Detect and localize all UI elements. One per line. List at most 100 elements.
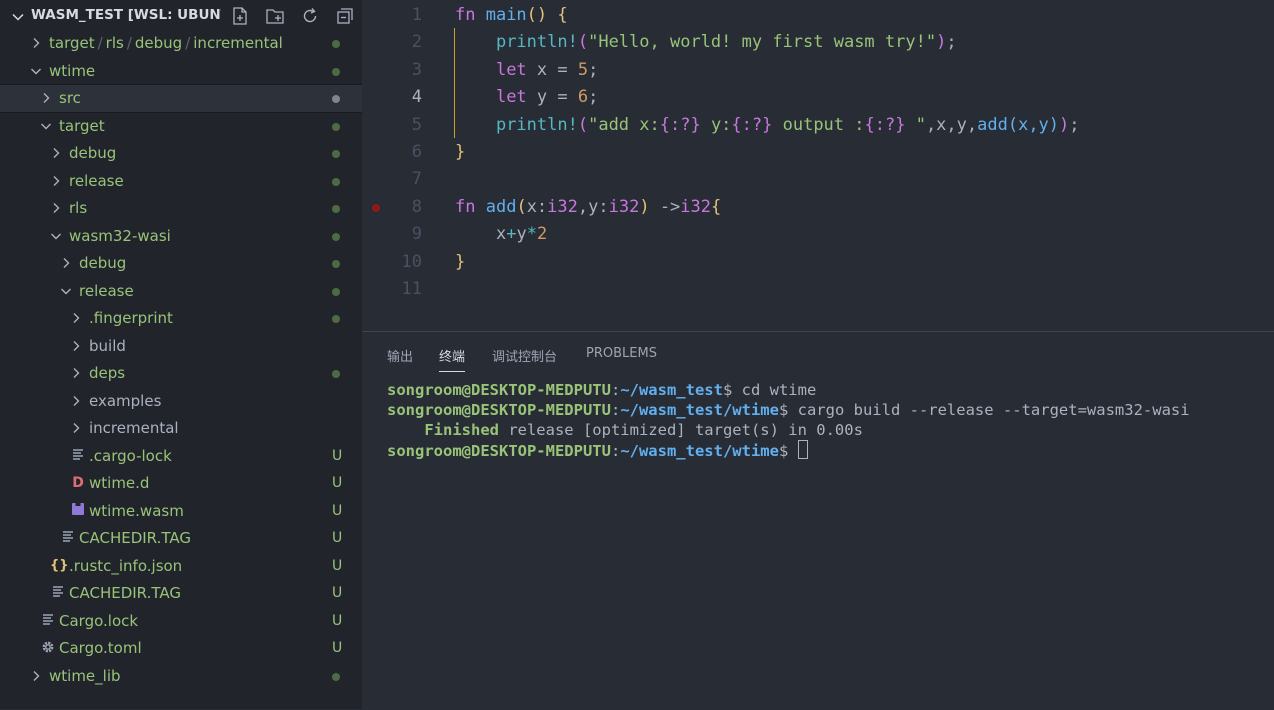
folder-row[interactable]: debug bbox=[0, 250, 362, 277]
chevron-right-icon[interactable] bbox=[59, 256, 73, 270]
line-number: 10 bbox=[401, 251, 422, 272]
code-token: y = bbox=[526, 87, 578, 108]
chevron-down-icon[interactable] bbox=[59, 284, 73, 298]
folder-row[interactable]: build bbox=[0, 333, 362, 360]
chevron-right-icon[interactable] bbox=[69, 339, 83, 353]
path-separator: / bbox=[97, 34, 103, 52]
code-token: "add x: bbox=[588, 114, 660, 135]
chevron-right-icon[interactable] bbox=[49, 201, 63, 215]
terminal-output[interactable]: songroom@DESKTOP-MEDPUTU:~/wasm_test$ cd… bbox=[387, 380, 1190, 461]
new-folder-icon[interactable] bbox=[265, 6, 285, 26]
folder-row[interactable]: target bbox=[0, 113, 362, 140]
code-token: i32 bbox=[608, 196, 640, 217]
file-row[interactable]: .cargo-lock U bbox=[0, 443, 362, 470]
file-row[interactable]: CACHEDIR.TAG U bbox=[0, 580, 362, 607]
folder-row[interactable]: examples bbox=[0, 388, 362, 415]
file-row[interactable]: Dwtime.d U bbox=[0, 470, 362, 497]
folder-row[interactable]: incremental bbox=[0, 415, 362, 442]
chevron-right-icon[interactable] bbox=[69, 394, 83, 408]
file-lines-icon bbox=[70, 447, 86, 465]
code-text: let y = 6; bbox=[455, 84, 598, 111]
chevron-right-icon[interactable] bbox=[29, 36, 43, 50]
chevron-right-icon[interactable] bbox=[69, 421, 83, 435]
code-line[interactable]: 6} bbox=[362, 139, 1274, 166]
chevron-right-icon[interactable] bbox=[49, 146, 63, 160]
prompt-path: ~/wasm_test/wtime bbox=[620, 442, 779, 460]
code-line[interactable]: 4 let y = 6; bbox=[362, 84, 1274, 111]
panel-tab[interactable]: 终端 bbox=[439, 346, 466, 372]
chevron-down-icon[interactable] bbox=[39, 119, 53, 133]
untracked-badge: U bbox=[332, 640, 343, 656]
folder-row[interactable]: src bbox=[0, 84, 363, 113]
folder-row[interactable]: wtime bbox=[0, 58, 362, 85]
code-token: } bbox=[455, 142, 466, 162]
terminal-line: songroom@DESKTOP-MEDPUTU:~/wasm_test/wti… bbox=[387, 440, 1190, 461]
folder-row[interactable]: .fingerprint bbox=[0, 305, 362, 332]
folder-row[interactable]: release bbox=[0, 168, 362, 195]
chevron-down-icon[interactable] bbox=[12, 9, 24, 27]
folder-row[interactable]: deps bbox=[0, 360, 362, 387]
code-token: + bbox=[506, 224, 517, 245]
code-line[interactable]: 1 fn main() { bbox=[362, 2, 1274, 29]
build-status: Finished bbox=[424, 421, 499, 439]
chevron-right-icon[interactable] bbox=[69, 311, 83, 325]
folder-row[interactable]: wasm32-wasi bbox=[0, 223, 362, 250]
code-token: x bbox=[455, 224, 507, 245]
path-segment: debug bbox=[134, 34, 183, 52]
panel-tab[interactable]: PROBLEMS bbox=[586, 346, 657, 361]
code-line[interactable]: 7 bbox=[362, 166, 1274, 193]
code-line[interactable]: 3 let x = 5; bbox=[362, 57, 1274, 84]
workspace-title[interactable]: WASM_TEST [WSL: UBUNT... bbox=[31, 7, 221, 23]
code-token: } bbox=[455, 251, 466, 272]
file-row[interactable]: {} .rustc_info.json U bbox=[0, 553, 362, 580]
code-token: 5 bbox=[577, 59, 589, 80]
code-token: x = bbox=[526, 59, 578, 80]
file-row[interactable]: CACHEDIR.TAG U bbox=[0, 525, 362, 552]
folder-row[interactable]: target / rls / debug / incremental bbox=[0, 30, 362, 57]
folder-row[interactable]: rls bbox=[0, 195, 362, 222]
code-token: ) bbox=[639, 196, 650, 217]
code-line[interactable]: 2 println!("Hello, world! my first wasm … bbox=[362, 29, 1274, 56]
code-line[interactable]: 8 fn add(x:i32,y:i32) ->i32{ bbox=[362, 194, 1274, 221]
code-token: ( bbox=[577, 32, 589, 53]
folder-row[interactable]: debug bbox=[0, 140, 362, 167]
code-line[interactable]: 9 x+y*2 bbox=[362, 221, 1274, 248]
file-row[interactable]: wtime.wasm U bbox=[0, 498, 362, 525]
chevron-down-icon[interactable] bbox=[49, 229, 63, 243]
code-line[interactable]: 10} bbox=[362, 249, 1274, 276]
folder-row[interactable]: wtime_lib bbox=[0, 663, 362, 690]
code-text: x+y*2 bbox=[455, 221, 547, 248]
chevron-right-icon[interactable] bbox=[69, 366, 83, 380]
tree-item-label: release bbox=[79, 281, 134, 300]
tree-item-label: release bbox=[69, 171, 124, 190]
chevron-right-icon[interactable] bbox=[49, 174, 63, 188]
wasm-file-icon bbox=[70, 502, 86, 520]
explorer-header: WASM_TEST [WSL: UBUNT... bbox=[0, 0, 362, 32]
line-number: 5 bbox=[411, 114, 422, 135]
code-line[interactable]: 11 bbox=[362, 276, 1274, 303]
code-line[interactable]: 5 println!("add x:{:?} y:{:?} output :{:… bbox=[362, 112, 1274, 139]
code-token: ( bbox=[577, 114, 589, 135]
refresh-icon[interactable] bbox=[300, 6, 320, 26]
chevron-down-icon[interactable] bbox=[29, 64, 43, 78]
chevron-right-icon[interactable] bbox=[39, 91, 53, 105]
file-row[interactable]: Cargo.lock U bbox=[0, 608, 362, 635]
tree-item-label: .cargo-lock bbox=[89, 446, 172, 465]
tree-item-label: CACHEDIR.TAG bbox=[79, 529, 191, 547]
panel-tab[interactable]: 调试控制台 bbox=[492, 346, 557, 365]
untracked-badge: U bbox=[332, 557, 343, 574]
new-file-icon[interactable] bbox=[230, 6, 250, 26]
chevron-right-icon[interactable] bbox=[29, 669, 43, 683]
tree-item-label: .fingerprint bbox=[89, 309, 173, 327]
code-token: {:?} bbox=[659, 114, 701, 135]
collapse-all-icon[interactable] bbox=[335, 6, 355, 26]
tree-item-label: debug bbox=[79, 254, 127, 272]
panel-tab[interactable]: 输出 bbox=[387, 346, 413, 365]
file-row[interactable]: Cargo.toml U bbox=[0, 635, 362, 662]
untracked-badge: U bbox=[332, 475, 343, 491]
code-editor[interactable]: 1 fn main() {2 println!("Hello, world! my… bbox=[362, 0, 1274, 330]
code-token: ,y: bbox=[577, 196, 609, 217]
line-number: 1 bbox=[411, 5, 422, 25]
folder-row[interactable]: release bbox=[0, 278, 362, 305]
